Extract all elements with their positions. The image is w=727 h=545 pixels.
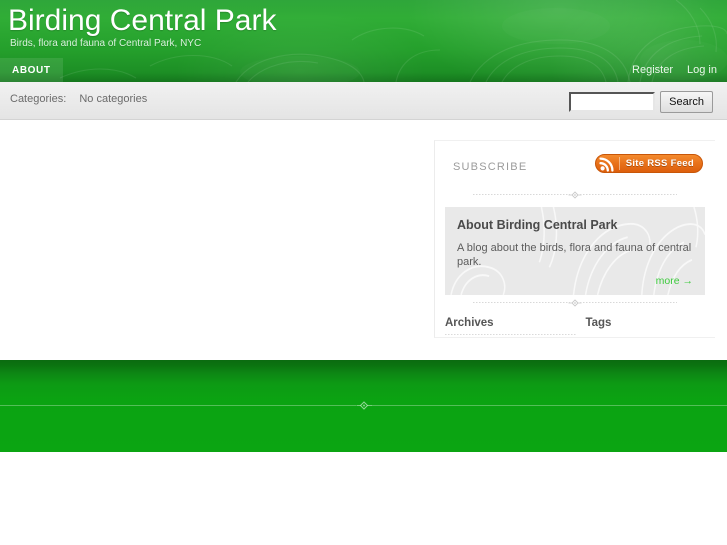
page-root: Birding Central Park Birds, flora and fa…: [0, 0, 727, 545]
ornament-icon: [568, 299, 582, 307]
categories-label: Categories:: [10, 93, 67, 105]
about-more-link[interactable]: more →: [457, 275, 693, 287]
categories-block: Categories: No categories: [10, 93, 147, 105]
ornament-icon: [356, 401, 371, 410]
site-tagline: Birds, flora and fauna of Central Park, …: [10, 38, 202, 49]
content-area: SUBSCRIBE Site RSS Feed About Birding Ce…: [0, 120, 727, 360]
about-text: A blog about the birds, flora and fauna …: [457, 242, 692, 268]
about-widget: About Birding Central Park A blog about …: [445, 207, 705, 295]
rss-icon: [599, 156, 614, 172]
sidebar-divider-bottom: [445, 297, 705, 307]
search-button[interactable]: Search: [660, 91, 713, 113]
nav-link-register[interactable]: Register: [632, 58, 673, 82]
search-form: Search: [569, 91, 713, 113]
sidebar: SUBSCRIBE Site RSS Feed About Birding Ce…: [434, 140, 715, 338]
site-header: Birding Central Park Birds, flora and fa…: [0, 0, 727, 82]
nav-item-about[interactable]: ABOUT: [0, 58, 63, 82]
archives-title: Archives: [445, 317, 494, 329]
search-input[interactable]: [569, 92, 656, 112]
nav-account: Register Log in: [632, 58, 717, 82]
tags-rule: [585, 334, 705, 335]
posts-column: [0, 120, 434, 360]
site-title: Birding Central Park: [8, 4, 277, 37]
sidebar-divider-top: [445, 189, 705, 199]
main-navigation: ABOUT Register Log in: [0, 58, 727, 82]
rss-separator: [618, 157, 620, 170]
tags-widget: Tags: [585, 317, 705, 341]
footer-divider: [0, 400, 727, 410]
rss-label: Site RSS Feed: [625, 158, 694, 169]
sidebar-columns: Archives Tags: [445, 317, 705, 341]
nav-primary: ABOUT: [0, 58, 63, 82]
archives-widget: Archives: [445, 317, 585, 341]
page-bottom-spacer: [0, 452, 727, 545]
archives-rule: [445, 334, 578, 335]
tags-title: Tags: [585, 317, 612, 329]
categories-value: No categories: [79, 93, 148, 105]
subscribe-row: SUBSCRIBE Site RSS Feed: [445, 153, 705, 187]
ornament-icon: [568, 191, 582, 199]
nav-link-login[interactable]: Log in: [687, 58, 717, 82]
site-rss-feed-button[interactable]: Site RSS Feed: [594, 154, 703, 173]
site-footer: [0, 360, 727, 452]
about-title: About Birding Central Park: [457, 218, 618, 232]
subscribe-label: SUBSCRIBE: [453, 161, 528, 173]
categories-search-bar: Categories: No categories Search: [0, 82, 727, 120]
